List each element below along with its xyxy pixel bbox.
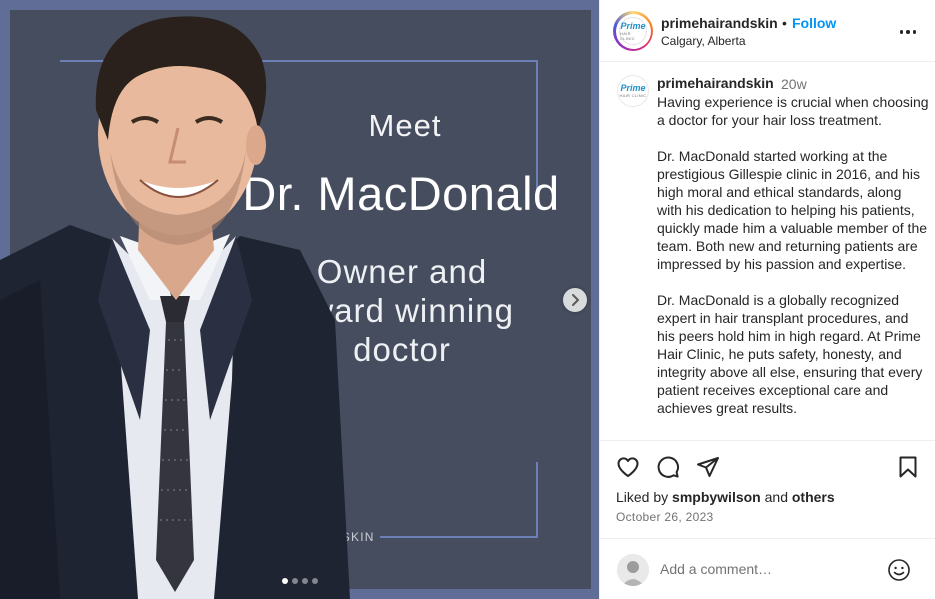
frame-line-right-bottom [536,462,538,538]
share-button[interactable] [695,453,721,481]
post-date[interactable]: October 26, 2023 [616,510,714,524]
location-link[interactable]: Calgary, Alberta [661,34,746,48]
header-username-link[interactable]: primehairandskin [661,15,778,31]
like-button[interactable] [615,453,641,481]
profile-avatar[interactable]: Prime HAIR CLINIC [613,11,653,51]
emoji-smile-icon [888,559,910,581]
caption-avatar[interactable]: Prime HAIR CLINIC [617,75,649,107]
header-separator: • [782,15,787,31]
post-media[interactable]: Meet Dr. MacDonald Owner and award winni… [0,0,599,599]
carousel-indicator [282,578,318,584]
emoji-button[interactable] [887,558,911,582]
brand-logo: Prime HAIR CLINIC [619,17,647,45]
caption-text: Having experience is crucial when choosi… [657,93,929,435]
post-actions [600,453,935,483]
caption-paragraph: Dr. MacDonald is a globally recognized e… [657,292,923,416]
doctor-portrait [0,16,350,599]
bookmark-icon [899,456,917,478]
likes-prefix: Liked by [616,489,669,505]
carousel-dot [292,578,298,584]
follow-button[interactable]: Follow [792,15,836,31]
caption-paragraph: Having experience is crucial when choosi… [657,94,929,128]
carousel-dot [302,578,308,584]
logo-subtext: HAIR CLINIC [620,30,635,41]
caption-paragraph: Dr. MacDonald started working at the pre… [657,148,928,272]
save-button[interactable] [895,453,921,481]
more-horizontal-icon [899,30,904,34]
likes-connector: and [764,489,788,505]
comment-bar [600,538,935,599]
likes-others-link[interactable]: others [792,489,835,505]
comment-icon [657,456,679,478]
post-side-panel: Prime HAIR CLINIC primehairandskin • Fol… [599,0,935,599]
caption-timestamp[interactable]: 20w [781,76,807,92]
user-avatar [617,554,649,586]
logo-subtext: HAIR CLINIC [619,93,647,98]
likes-summary: Liked by smpbywilson and others [616,489,835,505]
more-options-button[interactable] [896,22,920,42]
post-header: Prime HAIR CLINIC primehairandskin • Fol… [600,0,935,62]
comment-input[interactable] [660,561,880,577]
caption-scroll-area[interactable]: Prime HAIR CLINIC primehairandskin 20w H… [600,63,935,441]
logo-text: Prime [620,20,646,31]
caption-username-link[interactable]: primehairandskin [657,75,774,91]
logo-text: Prime [620,83,646,93]
carousel-dot-active [282,578,288,584]
carousel-dot [312,578,318,584]
heart-icon [617,457,639,477]
liker-username-link[interactable]: smpbywilson [672,489,761,505]
frame-line-bottom [380,536,538,538]
user-avatar-photo [617,554,649,586]
carousel-next-button[interactable] [563,288,587,312]
share-icon [697,457,719,477]
chevron-right-icon [572,294,579,306]
comment-button[interactable] [655,453,681,481]
